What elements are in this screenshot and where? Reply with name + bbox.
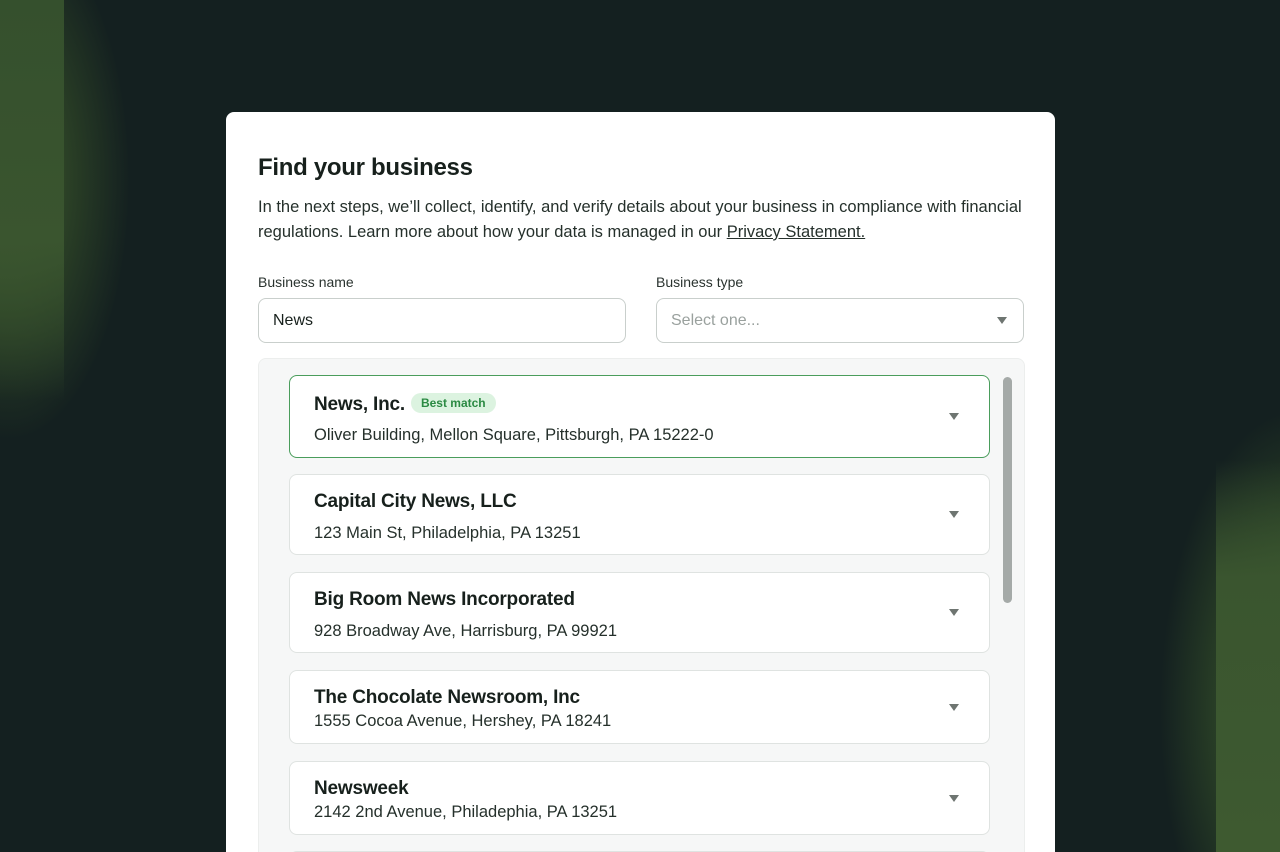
business-results-list[interactable]: News, Inc. Best match Oliver Building, Me… [258, 358, 1025, 852]
scrollbar-thumb[interactable] [1003, 377, 1012, 603]
chevron-down-icon [997, 317, 1007, 324]
business-type-placeholder: Select one... [671, 312, 760, 329]
business-name-label: Business name [258, 274, 354, 290]
result-name: The Chocolate Newsroom, Inc [314, 687, 580, 708]
background-band-right [1216, 460, 1280, 852]
chevron-down-icon[interactable] [949, 511, 959, 518]
chevron-down-icon[interactable] [949, 704, 959, 711]
result-name: Capital City News, LLC [314, 491, 517, 512]
result-name: Newsweek [314, 778, 409, 799]
business-name-input[interactable] [258, 298, 626, 343]
result-card[interactable]: Newsweek 2142 2nd Avenue, Philadephia, P… [289, 761, 990, 835]
result-address: Oliver Building, Mellon Square, Pittsbur… [314, 426, 714, 444]
result-name: Big Room News Incorporated [314, 589, 575, 610]
business-type-label: Business type [656, 274, 744, 290]
chevron-down-icon[interactable] [949, 795, 959, 802]
result-card[interactable]: Capital City News, LLC 123 Main St, Phil… [289, 474, 990, 555]
results-scrollbar[interactable] [1003, 377, 1013, 852]
chevron-down-icon[interactable] [949, 413, 959, 420]
dialog-intro: In the next steps, we’ll collect, identi… [258, 195, 1028, 245]
result-card[interactable]: Big Room News Incorporated 928 Broadway … [289, 572, 990, 653]
result-address: 928 Broadway Ave, Harrisburg, PA 99921 [314, 622, 617, 640]
intro-text: In the next steps, we’ll collect, identi… [258, 198, 1022, 241]
best-match-badge: Best match [410, 393, 496, 413]
background-band-left [0, 0, 64, 400]
find-business-dialog: Find your business In the next steps, we… [226, 112, 1055, 852]
result-address: 2142 2nd Avenue, Philadephia, PA 13251 [314, 803, 618, 821]
dialog-title: Find your business [258, 154, 473, 181]
result-address: 123 Main St, Philadelphia, PA 13251 [314, 524, 581, 542]
result-card[interactable]: News, Inc. Best match Oliver Building, Me… [289, 375, 990, 458]
result-address: 1555 Cocoa Avenue, Hershey, PA 18241 [314, 712, 612, 730]
chevron-down-icon[interactable] [949, 609, 959, 616]
result-card[interactable]: The Chocolate Newsroom, Inc 1555 Cocoa A… [289, 670, 990, 744]
privacy-statement-link[interactable]: Privacy Statement. [727, 223, 865, 241]
business-type-select[interactable]: Select one... [656, 298, 1024, 343]
result-name-row: News, Inc. Best match [314, 393, 496, 416]
result-name: News, Inc. [314, 394, 405, 415]
